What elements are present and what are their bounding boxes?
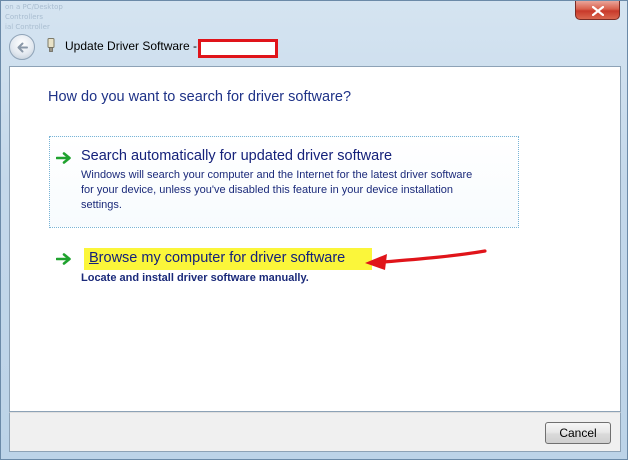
close-icon — [591, 5, 604, 17]
window-frame: on a PC/Desktop Controllers ial Controll… — [0, 0, 628, 460]
description-line: Windows will search your computer and th… — [81, 169, 473, 181]
search-automatically-title[interactable]: Search automatically for updated driver … — [81, 148, 392, 164]
red-annotation-arrow — [365, 249, 487, 270]
background-ghost-text: Controllers — [5, 13, 44, 21]
back-button[interactable] — [9, 34, 35, 60]
browse-computer-title: rowse my computer for driver software — [98, 250, 346, 266]
content-pane: How do you want to search for driver sof… — [9, 66, 621, 412]
green-arrow-icon — [56, 152, 71, 164]
close-button[interactable] — [575, 1, 620, 20]
green-arrow-icon — [56, 253, 71, 265]
device-icon — [47, 38, 55, 52]
page-heading: How do you want to search for driver sof… — [48, 89, 352, 105]
browse-computer-option[interactable]: Browse my computer for driver software — [89, 250, 345, 266]
browse-computer-description: Locate and install driver software manua… — [81, 272, 309, 284]
search-automatically-description: Windows will search your computer and th… — [81, 168, 472, 213]
access-key-letter: B — [89, 250, 99, 266]
cancel-button[interactable]: Cancel — [545, 422, 611, 444]
background-ghost-text: on a PC/Desktop — [5, 3, 63, 11]
redacted-device-name — [198, 39, 278, 58]
window-title: Update Driver Software - — [65, 39, 198, 53]
description-line: settings. — [81, 199, 122, 211]
dialog-footer: Cancel — [9, 412, 621, 452]
description-line: for your device, unless you've disabled … — [81, 184, 454, 196]
background-ghost-text: ial Controller — [5, 23, 50, 31]
back-arrow-icon — [17, 42, 28, 53]
